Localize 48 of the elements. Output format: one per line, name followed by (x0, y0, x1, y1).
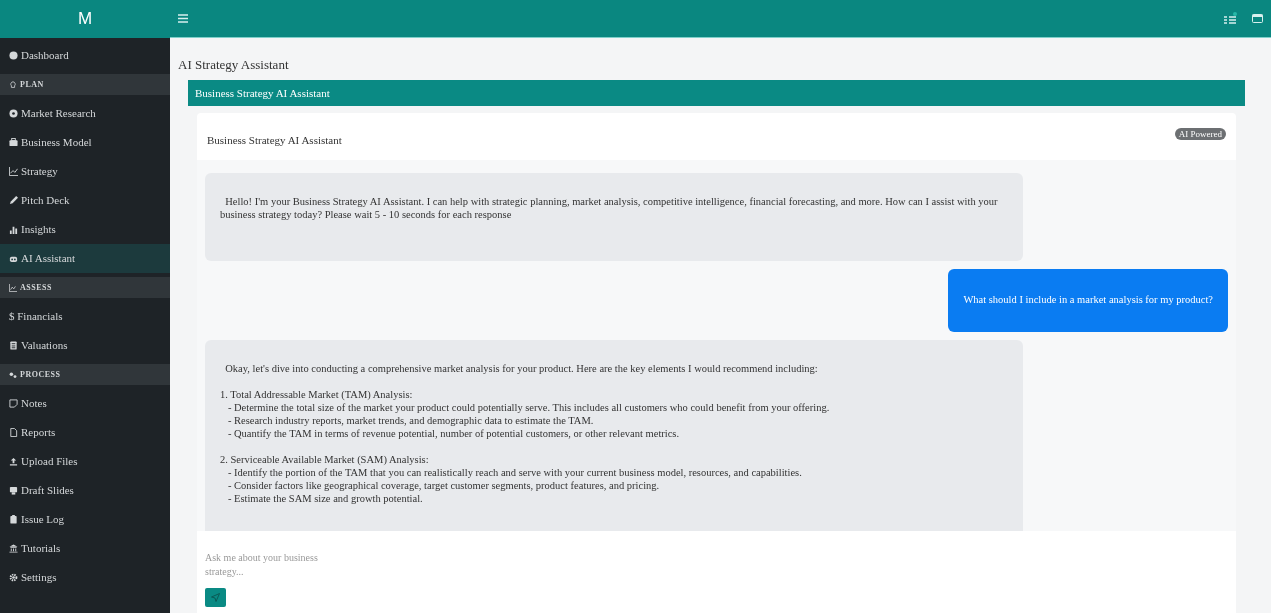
briefcase-icon (9, 138, 18, 147)
section-header: ASSESS (0, 277, 170, 298)
sidebar-item[interactable]: Reports (0, 418, 170, 447)
clipboard-icon (9, 515, 18, 524)
sidebar-item[interactable]: Upload Files (0, 447, 170, 476)
chart-icon (9, 283, 17, 292)
checklist-icon[interactable] (1224, 12, 1238, 25)
upload-icon (9, 457, 18, 466)
message-input[interactable]: Ask me about your business strategy... (205, 551, 355, 583)
calculator-icon (9, 341, 18, 350)
screen-icon (9, 486, 18, 495)
assistant-message: Okay, let's dive into conducting a comprehensive market analysis for your product. Here are the key elements I would recommend including: 1. Total Addressable Market (TAM) Analysis: - Determine the total size of the market your product could potentially serve. This includes all customers who could benefit from your offering. - Research industry reports, market trends, and demographic data to estimate the TAM. - Quantify the TAM in terms of revenue potential, number of potential customers, or other relevant metrics. 2. Serviceable Available Market (SAM) Analysis: - Identify the portion of the TAM that you can realistically reach and serve with your current business model, resources, and capabilities. - Consider factors like geographical coverage, target customer segments, product features, and pricing. - Estimate the SAM size and growth potential. (205, 340, 1023, 531)
file-icon (9, 428, 18, 437)
sidebar-item[interactable]: AI Assistant (0, 244, 170, 273)
menu-icon[interactable] (178, 14, 188, 23)
sidebar-item[interactable]: $ Financials (0, 302, 170, 331)
sidebar-item[interactable]: Business Model (0, 128, 170, 157)
sidebar-item[interactable]: Strategy (0, 157, 170, 186)
bank-icon (9, 544, 18, 553)
note-icon (9, 399, 18, 408)
send-icon (211, 593, 220, 602)
badge: AI Powered (1174, 127, 1226, 140)
line-chart-icon (9, 167, 18, 176)
logo[interactable]: M (77, 6, 93, 32)
sidebar-item[interactable]: Dashboard (0, 41, 170, 70)
pencil-icon (9, 196, 18, 205)
user-message: What should I include in a market analysis for my product? (948, 269, 1228, 332)
send-button[interactable] (205, 588, 226, 607)
window-icon[interactable] (1252, 14, 1263, 23)
assistant-message: Hello! I'm your Business Strategy AI Assistant. I can help with strategic planning, market analysis, competitive intelligence, financial forecasting, and more. How can I assist with your business strategy today? Please wait 5 - 10 seconds for each response (205, 173, 1023, 261)
sidebar-item[interactable]: Pitch Deck (0, 186, 170, 215)
sidebar-item[interactable]: Settings (0, 563, 170, 592)
section-header: PROCESS (0, 364, 170, 385)
sidebar-item[interactable]: Valuations (0, 331, 170, 360)
sidebar-item[interactable]: Insights (0, 215, 170, 244)
sidebar-item[interactable]: Market Research (0, 99, 170, 128)
section-header: PLAN (0, 74, 170, 95)
panel-title: Business Strategy AI Assistant (195, 85, 330, 101)
bar-chart-icon (9, 225, 18, 234)
sidebar-item[interactable]: Issue Log (0, 505, 170, 534)
robot-icon (9, 254, 18, 263)
sidebar-item[interactable]: Draft Slides (0, 476, 170, 505)
gears-icon (9, 370, 17, 379)
settings-icon (9, 573, 18, 582)
sidebar-item[interactable]: Notes (0, 389, 170, 418)
page-title: AI Strategy Assistant (178, 57, 290, 74)
card-title: Business Strategy AI Assistant (207, 133, 342, 149)
sidebar-item[interactable]: Tutorials (0, 534, 170, 563)
